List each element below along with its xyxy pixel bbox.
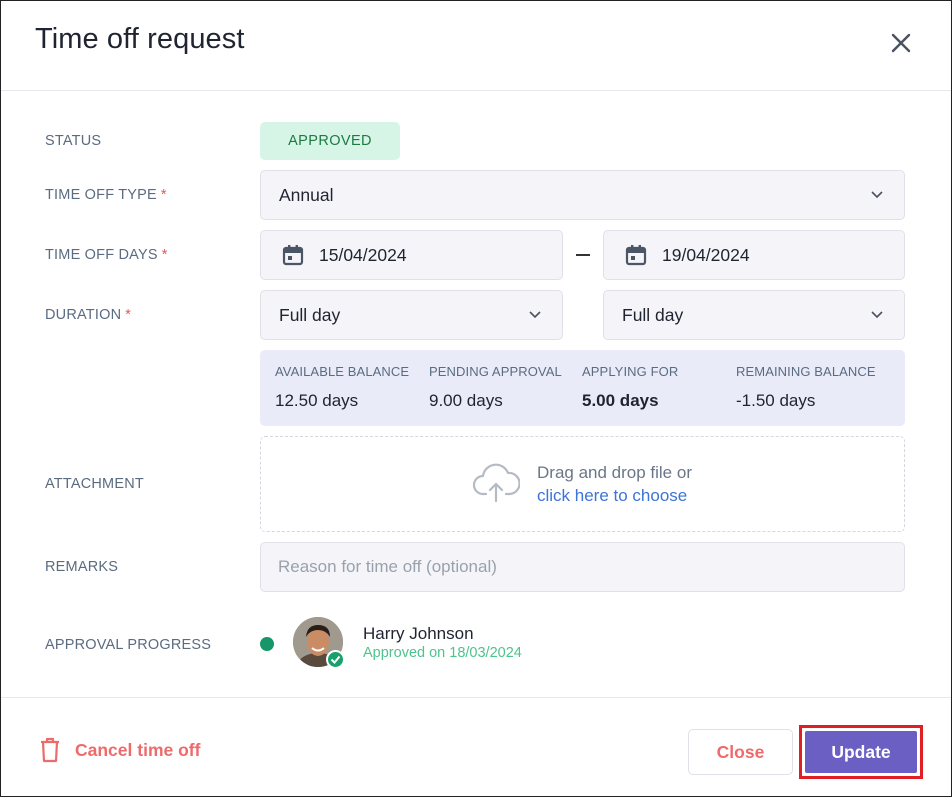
close-icon[interactable] bbox=[885, 27, 917, 59]
close-button[interactable]: Close bbox=[688, 729, 793, 775]
available-balance: AVAILABLE BALANCE 12.50 days bbox=[275, 364, 410, 410]
date-range-separator bbox=[576, 254, 590, 256]
approval-status-dot bbox=[260, 637, 274, 651]
calendar-icon bbox=[282, 245, 304, 266]
applying-for: APPLYING FOR 5.00 days bbox=[582, 364, 679, 410]
end-date-value: 19/04/2024 bbox=[662, 244, 750, 265]
remaining-balance: REMAINING BALANCE -1.50 days bbox=[736, 364, 876, 410]
end-duration-select[interactable]: Full day bbox=[603, 290, 905, 340]
modal-header: Time off request bbox=[1, 1, 951, 91]
status-badge: APPROVED bbox=[260, 122, 400, 160]
pending-approval: PENDING APPROVAL 9.00 days bbox=[429, 364, 562, 410]
chevron-down-icon bbox=[529, 311, 541, 319]
start-duration-value: Full day bbox=[279, 304, 341, 325]
calendar-icon bbox=[625, 245, 647, 266]
time-off-type-label: TIME OFF TYPE * bbox=[45, 187, 167, 203]
dropzone-hint: Drag and drop file or bbox=[537, 463, 692, 482]
time-off-type-value: Annual bbox=[279, 184, 334, 205]
end-date-input[interactable]: 19/04/2024 bbox=[603, 230, 905, 280]
status-label: STATUS bbox=[45, 133, 102, 149]
remarks-input[interactable] bbox=[260, 542, 905, 592]
duration-label: DURATION * bbox=[45, 307, 132, 323]
balance-summary: AVAILABLE BALANCE 12.50 days PENDING APP… bbox=[260, 350, 905, 426]
approved-check-icon bbox=[326, 650, 345, 669]
cloud-upload-icon bbox=[472, 463, 520, 503]
cancel-time-off-label: Cancel time off bbox=[75, 739, 201, 760]
chevron-down-icon bbox=[871, 311, 883, 319]
cancel-time-off-button[interactable]: Cancel time off bbox=[39, 737, 200, 763]
modal-footer: Cancel time off Close Update bbox=[1, 697, 951, 796]
start-date-input[interactable]: 15/04/2024 bbox=[260, 230, 563, 280]
end-duration-value: Full day bbox=[622, 304, 684, 325]
time-off-request-modal: Time off request STATUS APPROVED TIME OF… bbox=[0, 0, 952, 797]
approval-progress-label: APPROVAL PROGRESS bbox=[45, 637, 212, 653]
page-title: Time off request bbox=[35, 23, 245, 55]
attachment-dropzone[interactable]: Drag and drop file or click here to choo… bbox=[260, 436, 905, 532]
chevron-down-icon bbox=[871, 191, 883, 199]
trash-icon bbox=[41, 737, 59, 763]
choose-file-link[interactable]: click here to choose bbox=[537, 486, 687, 506]
approver-name: Harry Johnson bbox=[363, 624, 474, 643]
attachment-label: ATTACHMENT bbox=[45, 476, 144, 492]
update-button[interactable]: Update bbox=[805, 731, 917, 773]
time-off-days-label: TIME OFF DAYS * bbox=[45, 247, 168, 263]
start-date-value: 15/04/2024 bbox=[319, 244, 407, 265]
approver-status: Approved on 18/03/2024 bbox=[363, 645, 522, 661]
time-off-type-select[interactable]: Annual bbox=[260, 170, 905, 220]
remarks-label: REMARKS bbox=[45, 559, 119, 575]
update-button-highlight: Update bbox=[799, 725, 923, 779]
start-duration-select[interactable]: Full day bbox=[260, 290, 563, 340]
